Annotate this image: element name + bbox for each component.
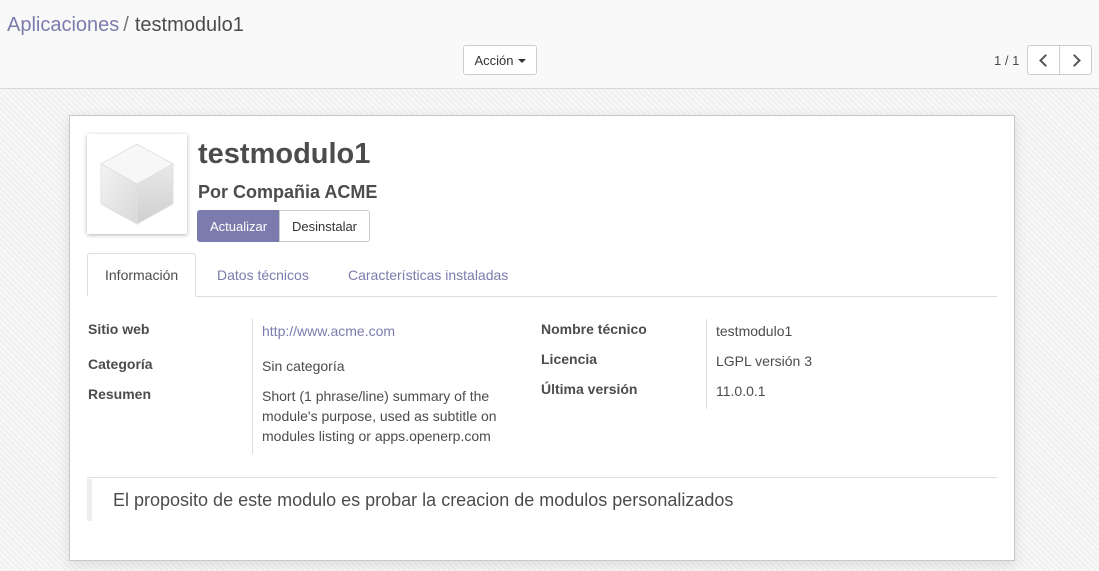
summary-value: Short (1 phrase/line) summary of the mod… (262, 386, 522, 446)
module-title: testmodulo1 (198, 138, 371, 170)
right-group-divider (706, 319, 707, 409)
pager-previous-button[interactable] (1027, 45, 1060, 75)
summary-line: Short (1 phrase/line) summary of the (262, 388, 490, 404)
control-panel: Aplicaciones / testmodulo1 Acción 1 / 1 (0, 0, 1099, 89)
tab-information[interactable]: Información (87, 253, 197, 297)
module-icon (87, 134, 187, 234)
notebook-tabs: Información Datos técnicos Característic… (87, 253, 997, 297)
summary-line: module's purpose, used as subtitle on (262, 408, 497, 424)
form-sheet: testmodulo1 Por Compañia ACME Actualizar… (69, 115, 1015, 561)
cube-icon (99, 143, 175, 225)
breadcrumb: Aplicaciones / testmodulo1 (7, 14, 244, 37)
category-value: Sin categoría (262, 358, 345, 374)
technical-name-label: Nombre técnico (541, 321, 647, 337)
caret-down-icon (517, 59, 526, 63)
summary-label: Resumen (88, 386, 152, 402)
tab-technical-data[interactable]: Datos técnicos (217, 253, 309, 297)
module-author: Por Compañia ACME (198, 182, 378, 202)
breadcrumb-current: testmodulo1 (134, 14, 244, 36)
latest-version-value: 11.0.0.1 (716, 383, 766, 399)
module-description-text: El proposito de este modulo es probar la… (113, 489, 734, 510)
website-label: Sitio web (88, 321, 150, 337)
action-dropdown-button[interactable]: Acción (463, 45, 537, 75)
pager-buttons (1027, 45, 1092, 75)
category-label: Categoría (88, 356, 153, 372)
summary-line: modules listing or apps.openerp.com (262, 428, 491, 444)
left-group-divider (252, 319, 253, 454)
license-label: Licencia (541, 351, 598, 367)
chevron-right-icon (1067, 53, 1081, 67)
breadcrumb-apps-link[interactable]: Aplicaciones (7, 14, 119, 36)
module-description: El proposito de este modulo es probar la… (87, 479, 997, 521)
action-label: Acción (474, 52, 514, 68)
website-link[interactable]: http://www.acme.com (262, 321, 395, 341)
pager-value[interactable]: 1 / 1 (994, 53, 1019, 68)
description-separator (87, 477, 997, 478)
uninstall-button[interactable]: Desinstalar (279, 210, 370, 242)
upgrade-button[interactable]: Actualizar (197, 210, 280, 242)
website-link-text[interactable]: http://www.acme.com (262, 323, 395, 339)
chevron-left-icon (1038, 53, 1052, 67)
breadcrumb-separator: / (123, 14, 129, 36)
technical-name-value: testmodulo1 (716, 323, 793, 339)
tab-installed-features[interactable]: Características instaladas (348, 253, 508, 297)
pager-next-button[interactable] (1059, 45, 1092, 75)
latest-version-label: Última versión (541, 381, 638, 397)
license-value: LGPL versión 3 (716, 353, 812, 369)
